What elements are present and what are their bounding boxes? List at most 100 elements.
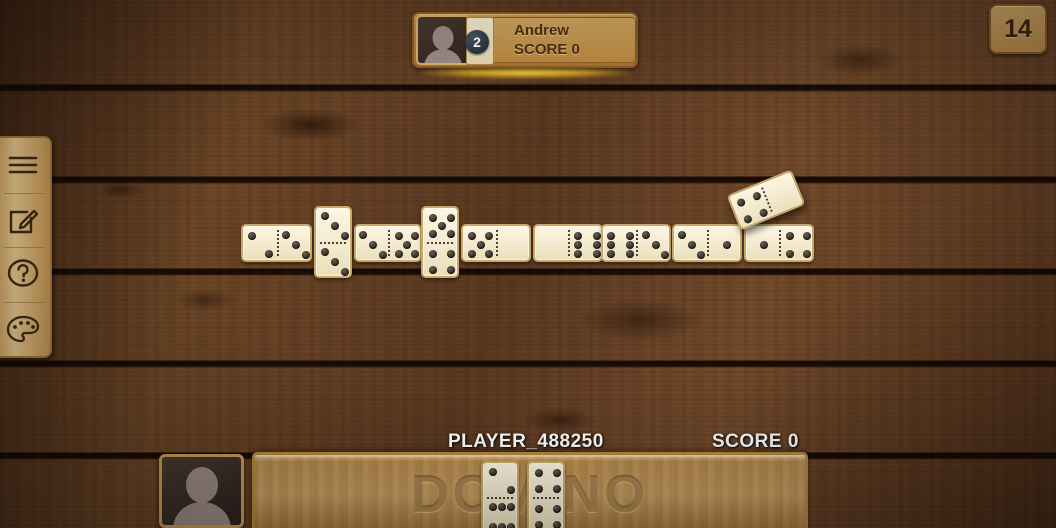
question-mark-circle-icon xyxy=(7,259,39,287)
pip xyxy=(395,232,404,241)
pip xyxy=(736,197,747,208)
sidebar xyxy=(0,136,52,358)
pip xyxy=(606,241,615,249)
pip xyxy=(378,250,387,259)
pip xyxy=(535,468,544,477)
pip xyxy=(446,266,455,275)
hand-domino-tile[interactable] xyxy=(527,461,565,528)
player-rack[interactable]: DOMINO xyxy=(252,452,808,528)
pip xyxy=(507,502,516,511)
edit-pencil-square-icon xyxy=(9,209,39,233)
opponent-tile-count: 2 xyxy=(465,30,489,54)
pip xyxy=(369,241,377,249)
domino-tile[interactable] xyxy=(601,224,671,262)
pip xyxy=(626,241,635,249)
sidebar-item-help[interactable] xyxy=(0,247,50,302)
opponent-tile-count-badge: 2 xyxy=(465,17,494,65)
person-silhouette-icon xyxy=(424,26,462,63)
pip xyxy=(697,250,706,259)
pip xyxy=(359,231,368,240)
pip xyxy=(552,504,561,513)
domino-divider xyxy=(636,230,638,256)
pip xyxy=(395,249,404,258)
domino-tile[interactable] xyxy=(314,206,352,278)
boneyard-counter[interactable]: 14 xyxy=(989,4,1047,54)
domino-tile[interactable] xyxy=(461,224,531,262)
domino-divider xyxy=(388,230,390,256)
domino-tile[interactable] xyxy=(672,224,742,262)
pip xyxy=(321,247,330,256)
pip xyxy=(429,249,438,258)
sidebar-item-theme[interactable] xyxy=(0,301,50,357)
hand-domino-tile[interactable] xyxy=(481,461,519,528)
domino-tile[interactable] xyxy=(533,224,603,262)
player-score: SCORE 0 xyxy=(712,431,799,452)
sidebar-item-edit[interactable] xyxy=(0,192,50,248)
pip xyxy=(321,211,330,220)
pip xyxy=(651,241,660,249)
pip xyxy=(552,521,561,528)
pip xyxy=(410,232,419,241)
sidebar-item-menu[interactable] xyxy=(0,138,50,193)
pip xyxy=(476,241,485,249)
pip xyxy=(802,232,811,241)
pip xyxy=(484,249,493,258)
player-avatar[interactable] xyxy=(159,454,244,528)
pip xyxy=(446,249,455,258)
pip xyxy=(626,250,635,259)
pip xyxy=(677,231,686,240)
pip xyxy=(535,504,544,513)
player-name: PLAYER_488250 xyxy=(448,431,604,452)
pip xyxy=(438,222,446,230)
hamburger-menu-icon xyxy=(8,156,38,174)
pip xyxy=(282,231,291,240)
pip xyxy=(742,213,754,224)
pip xyxy=(573,241,582,249)
pip xyxy=(498,502,506,511)
pip xyxy=(484,232,493,241)
pip xyxy=(535,485,544,494)
pip xyxy=(507,523,516,528)
domino-tile[interactable] xyxy=(744,224,814,262)
pip xyxy=(410,249,419,258)
pip xyxy=(661,250,670,259)
pip xyxy=(552,468,561,477)
pip xyxy=(606,231,615,240)
pip xyxy=(751,191,762,202)
game-board: 2 Andrew SCORE 0 14 PLAYER_488250 SCORE … xyxy=(0,0,1056,528)
domino-tile[interactable] xyxy=(241,224,312,262)
domino-divider xyxy=(533,497,559,499)
boneyard-counter-value: 14 xyxy=(1004,14,1032,43)
domino-divider xyxy=(487,497,513,499)
opponent-score: SCORE 0 xyxy=(514,41,580,58)
domino-divider xyxy=(707,230,709,256)
opponent-panel[interactable]: 2 Andrew SCORE 0 xyxy=(412,12,638,68)
pip xyxy=(446,213,455,222)
pip xyxy=(340,268,349,277)
pip xyxy=(641,231,650,240)
pip xyxy=(331,222,339,230)
palette-icon xyxy=(6,315,40,342)
pip xyxy=(429,230,438,239)
floating-domino-tile[interactable] xyxy=(726,169,806,231)
domino-tile[interactable] xyxy=(421,206,459,278)
pip xyxy=(722,241,731,249)
pip xyxy=(302,250,311,259)
pip xyxy=(429,213,438,222)
pip xyxy=(468,249,477,258)
rack-lip xyxy=(255,455,805,461)
pip xyxy=(687,241,696,249)
opponent-avatar xyxy=(416,15,470,65)
pip xyxy=(488,502,497,511)
domino-tile[interactable] xyxy=(354,224,422,262)
pip xyxy=(488,468,497,477)
person-silhouette-icon xyxy=(172,467,231,525)
pip xyxy=(757,207,769,218)
pip xyxy=(573,250,582,259)
pip xyxy=(759,241,768,249)
pip xyxy=(535,521,544,528)
domino-divider xyxy=(496,230,498,256)
pip xyxy=(626,231,635,240)
pip xyxy=(498,523,506,528)
pip xyxy=(468,232,477,241)
